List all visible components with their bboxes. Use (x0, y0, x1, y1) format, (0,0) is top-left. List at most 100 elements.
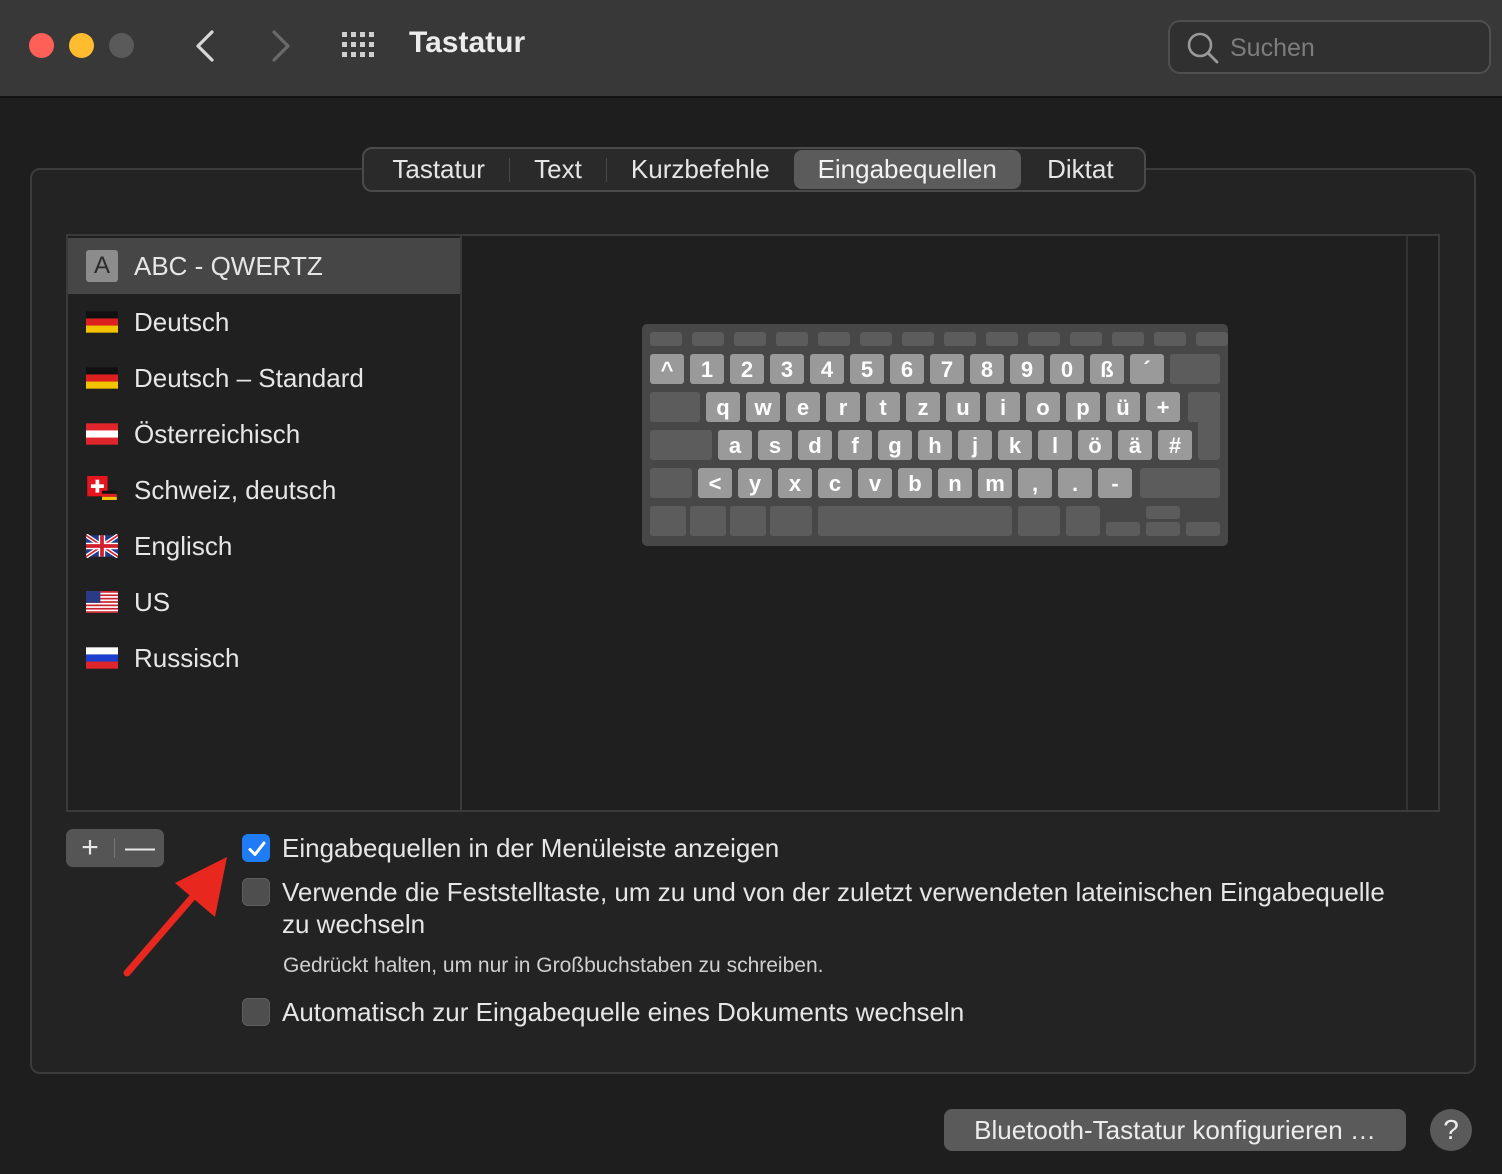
keyboard-key (650, 332, 682, 346)
keyboard-key (1140, 468, 1220, 498)
tab-text[interactable]: Text (510, 150, 606, 189)
keyboard-key-label: ´ (1143, 357, 1150, 382)
red-annotation-arrow-icon (123, 857, 227, 977)
keyboard-key-label: . (1072, 471, 1078, 496)
keyboard-key (1170, 354, 1220, 384)
search-field[interactable] (1168, 20, 1491, 74)
keyboard-key-label: < (709, 471, 722, 496)
list-item-label: Deutsch (134, 306, 230, 337)
tab-bar: Tastatur Text Kurzbefehle Eingabequellen… (362, 147, 1146, 192)
keyboard-key-label: a (729, 433, 742, 458)
list-item-abc-qwertz[interactable]: A ABC - QWERTZ (68, 238, 460, 294)
list-item-russisch[interactable]: Russisch (68, 630, 460, 686)
help-button[interactable]: ? (1430, 1109, 1472, 1151)
keyboard-key (860, 332, 892, 346)
keyboard-key (650, 468, 692, 498)
list-item-schweiz-deutsch[interactable]: Schweiz, deutsch (68, 462, 460, 518)
list-item-label: Englisch (134, 530, 233, 561)
keyboard-key (692, 332, 724, 346)
capslock-switch-checkbox[interactable] (242, 878, 270, 906)
keyboard-key-label: c (829, 471, 841, 496)
keyboard-key-label: 2 (741, 357, 753, 382)
keyboard-key-label: t (879, 395, 887, 420)
configure-bluetooth-keyboard-button[interactable]: Bluetooth-Tastatur konfigurieren … (944, 1109, 1406, 1151)
capslock-switch-label-line2: zu wechseln (282, 909, 426, 939)
keyboard-key-label: l (1052, 433, 1058, 458)
search-icon (1187, 32, 1219, 64)
keyboard-key (1196, 332, 1228, 346)
keyboard-key-label: # (1169, 433, 1181, 458)
tab-tastatur[interactable]: Tastatur (368, 150, 509, 189)
keyboard-key-label: i (1000, 395, 1006, 420)
list-item-oesterreichisch[interactable]: Österreichisch (68, 406, 460, 462)
keyboard-key (776, 332, 808, 346)
keyboard-key-label: n (948, 471, 961, 496)
capslock-hint-text: Gedrückt halten, um nur in Großbuchstabe… (283, 954, 824, 977)
keyboard-key (650, 392, 700, 422)
keyboard-key-label: m (985, 471, 1005, 496)
keyboard-key-label: 7 (941, 357, 953, 382)
list-item-deutsch[interactable]: Deutsch (68, 294, 460, 350)
keyboard-key-label: e (797, 395, 809, 420)
keyboard-key-label: k (1009, 433, 1022, 458)
keyboard-key-label: z (918, 395, 929, 420)
keyboard-key-label: y (749, 471, 762, 496)
list-item-deutsch-standard[interactable]: Deutsch – Standard (68, 350, 460, 406)
input-sources-list[interactable]: A ABC - QWERTZ Deutsch Deutsch – Standar… (68, 236, 462, 810)
tab-diktat[interactable]: Diktat (1021, 150, 1140, 189)
keyboard-key-label: 5 (861, 357, 873, 382)
keyboard-key (650, 430, 712, 460)
back-button[interactable] (186, 26, 226, 66)
show-in-menubar-label: Eingabequellen in der Menüleiste anzeige… (282, 833, 780, 863)
keyboard-key (1154, 332, 1186, 346)
keyboard-key (1198, 392, 1220, 460)
letter-a-icon: A (86, 250, 118, 282)
add-source-button[interactable]: + (66, 829, 114, 867)
keyboard-key (730, 506, 766, 536)
list-item-label: US (134, 586, 171, 617)
keyboard-key-label: g (888, 433, 901, 458)
checkmark-icon (248, 841, 266, 856)
flag-germany-icon (86, 311, 118, 333)
list-item-label: Österreichisch (134, 418, 301, 449)
list-item-label: Schweiz, deutsch (134, 474, 337, 505)
keyboard-key-label: 0 (1061, 357, 1073, 382)
flag-us-icon (86, 591, 118, 613)
forward-button[interactable] (260, 26, 300, 66)
keyboard-key (1186, 522, 1220, 536)
auto-switch-checkbox[interactable] (242, 998, 270, 1026)
keyboard-key-label: u (956, 395, 969, 420)
keyboard-key-label: r (839, 395, 848, 420)
keyboard-key-label: f (851, 433, 859, 458)
keyboard-key (734, 332, 766, 346)
list-item-label: Russisch (134, 642, 240, 673)
keyboard-key-label: 3 (781, 357, 793, 382)
show-in-menubar-checkbox[interactable] (242, 834, 270, 862)
keyboard-key-label: ö (1088, 433, 1101, 458)
keyboard-key-label: h (928, 433, 941, 458)
keyboard-key-label: p (1076, 395, 1089, 420)
show-all-grid-icon[interactable] (340, 30, 380, 60)
list-item-englisch[interactable]: Englisch (68, 518, 460, 574)
keyboard-key-label: ü (1116, 395, 1129, 420)
keyboard-key (650, 506, 686, 536)
list-item-label: Deutsch – Standard (134, 362, 364, 393)
keyboard-key-label: b (908, 471, 921, 496)
window-minimize-button[interactable] (69, 33, 94, 58)
window-zoom-button[interactable] (109, 33, 134, 58)
tab-kurzbefehle[interactable]: Kurzbefehle (607, 150, 794, 189)
flag-switzerland-germany-icon (87, 476, 117, 500)
keyboard-key (1146, 522, 1180, 536)
list-item-us[interactable]: US (68, 574, 460, 630)
keyboard-key (944, 332, 976, 346)
keyboard-key-label: j (971, 433, 978, 458)
preview-scrollbar[interactable] (1406, 236, 1438, 810)
keyboard-key-label: v (869, 471, 882, 496)
flag-russia-icon (86, 647, 118, 669)
window-title: Tastatur (409, 26, 526, 59)
search-input[interactable] (1230, 30, 1480, 66)
tab-eingabequellen[interactable]: Eingabequellen (793, 150, 1021, 189)
keyboard-key-label: 6 (901, 357, 913, 382)
auto-switch-label: Automatisch zur Eingabequelle eines Doku… (282, 997, 965, 1027)
window-close-button[interactable] (29, 33, 54, 58)
